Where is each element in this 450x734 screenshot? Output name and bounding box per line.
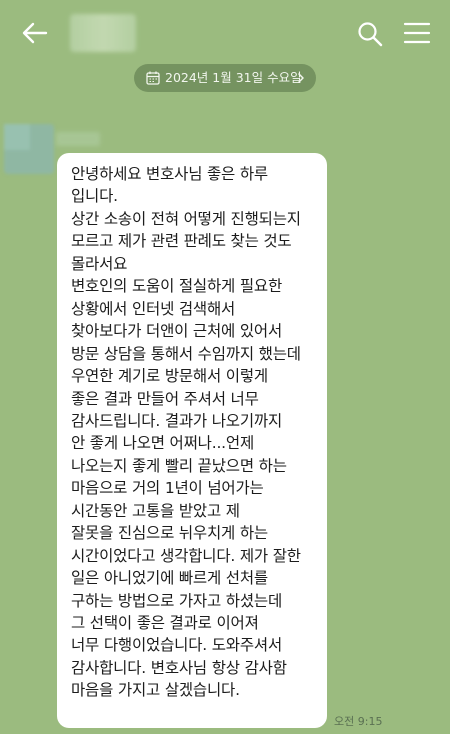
message-line: 방문 상담을 통해서 수임까지 했는데 bbox=[71, 344, 301, 363]
chevron-right-icon bbox=[298, 73, 304, 83]
message-line: 나오는지 좋게 빨리 끝났으면 하는 bbox=[71, 456, 287, 475]
message-line: 입니다. bbox=[71, 187, 118, 206]
message-line: 시간이었다고 생각합니다. 제가 잘한 bbox=[71, 546, 301, 565]
message-line: 좋은 결과 만들어 주셔서 너무 bbox=[71, 389, 259, 408]
message-line: 시간동안 고통을 받았고 제 bbox=[71, 501, 240, 520]
message-line: 모르고 제가 관련 판례도 찾는 것도 bbox=[71, 232, 292, 251]
sender-avatar[interactable] bbox=[4, 124, 54, 174]
message-line: 안녕하세요 변호사님 좋은 하루 bbox=[71, 165, 268, 183]
sender-name-blurred bbox=[56, 132, 100, 146]
message-line: 일은 아니었기에 빠르게 선처를 bbox=[71, 569, 268, 588]
message-line: 몰라서요 bbox=[71, 254, 128, 273]
avatar-image-blurred bbox=[4, 124, 30, 150]
arrow-left-icon[interactable] bbox=[20, 18, 50, 48]
date-divider-label: 2024년 1월 31일 수요일 bbox=[165, 70, 302, 85]
message-line: 변호인의 도움이 절실하게 필요한 bbox=[71, 277, 283, 296]
message-line: 마음을 가지고 살겠습니다. bbox=[71, 681, 240, 700]
message-bubble[interactable]: 안녕하세요 변호사님 좋은 하루입니다. 상간 소송이 전혀 어떻게 진행되는지모… bbox=[57, 153, 327, 728]
message-line: 상간 소송이 전혀 어떻게 진행되는지 bbox=[71, 209, 301, 228]
message-line: 상황에서 인터넷 검색해서 bbox=[71, 299, 236, 318]
message-timestamp: 오전 9:15 bbox=[334, 715, 383, 728]
hamburger-menu-icon[interactable] bbox=[402, 20, 432, 46]
message-line: 찾아보다가 더앤이 근처에 있어서 bbox=[71, 322, 283, 341]
search-icon[interactable] bbox=[356, 20, 384, 48]
message-line: 구하는 방법으로 가자고 하셨는데 bbox=[71, 591, 283, 610]
message-line: 너무 다행이었습니다. 도와주셔서 bbox=[71, 636, 283, 655]
chat-header bbox=[0, 0, 450, 66]
message-line: 감사합니다. 변호사님 항상 감사함 bbox=[71, 658, 287, 677]
message-line: 안 좋게 나오면 어쩌나...언제 bbox=[71, 434, 255, 453]
chat-room-title-blurred bbox=[70, 14, 136, 52]
message-line: 그 선택이 좋은 결과로 이어져 bbox=[71, 614, 259, 632]
message-line: 마음으로 거의 1년이 넘어가는 bbox=[71, 479, 264, 498]
date-divider[interactable]: 2024년 1월 31일 수요일 bbox=[134, 64, 316, 92]
message-line: 잘못을 진심으로 뉘우치게 하는 bbox=[71, 524, 268, 543]
message-line: 감사드립니다. 결과가 나오기까지 bbox=[71, 411, 283, 430]
calendar-icon bbox=[146, 71, 160, 85]
message-line: 우연한 계기로 방문해서 이렇게 bbox=[71, 367, 268, 386]
